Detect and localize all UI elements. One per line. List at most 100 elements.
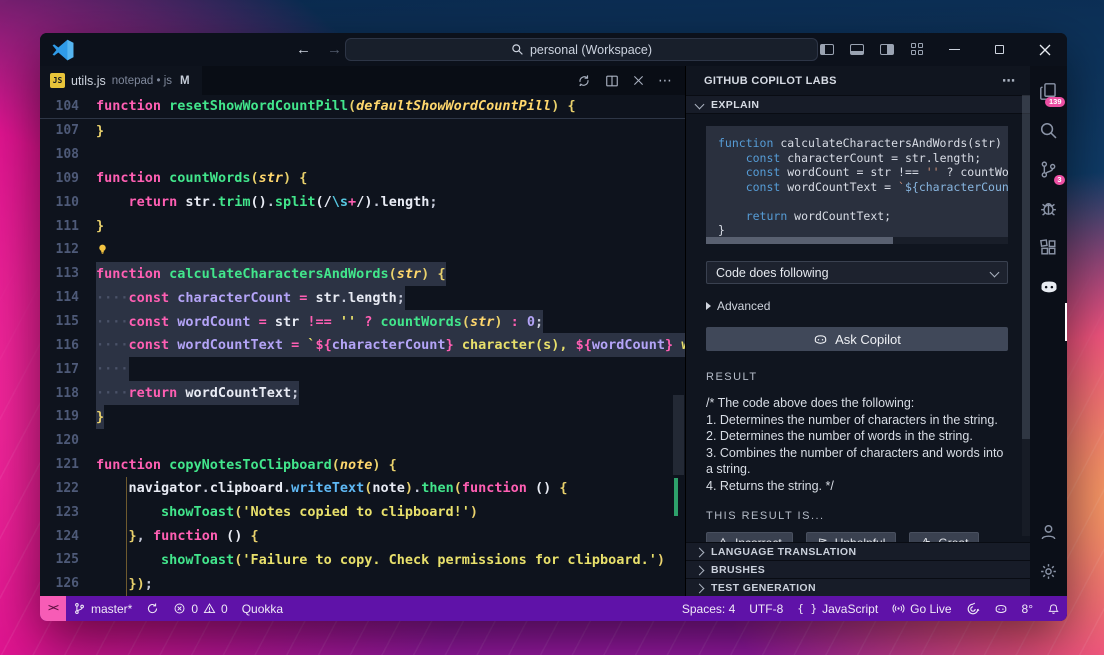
result-text: /* The code above does the following:1. … xyxy=(706,395,1008,494)
advanced-disclosure[interactable]: Advanced xyxy=(706,299,1008,313)
indentation-item[interactable]: Spaces: 4 xyxy=(675,596,742,621)
git-branch-item[interactable]: master* xyxy=(66,596,139,621)
ask-copilot-button[interactable]: Ask Copilot xyxy=(706,327,1008,351)
code-line-109[interactable]: 109function countWords(str) { xyxy=(40,167,685,191)
line-number[interactable]: 112 xyxy=(40,242,96,257)
line-number[interactable]: 120 xyxy=(40,433,96,448)
code-editor[interactable]: 104function resetShowWordCountPill(defau… xyxy=(40,95,685,596)
code-line-119[interactable]: 119} xyxy=(40,405,685,429)
line-number[interactable]: 111 xyxy=(40,219,96,234)
copilot-status-item[interactable] xyxy=(987,596,1015,621)
line-number[interactable]: 116 xyxy=(40,338,96,353)
line-number[interactable]: 118 xyxy=(40,386,96,401)
split-editor-icon[interactable] xyxy=(605,74,619,88)
line-number[interactable]: 114 xyxy=(40,290,96,305)
code-line-110[interactable]: 110 return str.trim().split(/\s+/).lengt… xyxy=(40,190,685,214)
line-number[interactable]: 107 xyxy=(40,123,96,138)
panel-more-actions-icon[interactable]: ⋯ xyxy=(1002,73,1016,89)
line-number[interactable]: 104 xyxy=(40,99,96,114)
activity-debug-icon[interactable] xyxy=(1030,189,1067,228)
section-test-generation[interactable]: TEST GENERATION xyxy=(686,578,1030,596)
account-icon[interactable] xyxy=(1030,513,1067,552)
code-line-113[interactable]: 113function calculateCharactersAndWords(… xyxy=(40,262,685,286)
toggle-sidebar-icon[interactable] xyxy=(812,33,842,66)
chevron-down-icon xyxy=(695,100,705,110)
result-line: 1. Determines the number of characters i… xyxy=(706,412,1008,429)
problems-item[interactable]: 0 0 xyxy=(166,596,234,621)
swirl-icon xyxy=(966,602,980,616)
lightbulb-icon[interactable] xyxy=(96,243,109,256)
minimize-button[interactable] xyxy=(932,33,977,66)
line-number[interactable]: 125 xyxy=(40,552,96,567)
git-modified-badge: M xyxy=(180,75,190,87)
code-line-125[interactable]: 125 showToast('Failure to copy. Check pe… xyxy=(40,548,685,572)
code-line-104[interactable]: 104function resetShowWordCountPill(defau… xyxy=(40,95,685,119)
line-number[interactable]: 123 xyxy=(40,505,96,520)
quokka-item[interactable]: Quokka xyxy=(235,596,290,621)
code-line-107[interactable]: 107} xyxy=(40,119,685,143)
code-line-111[interactable]: 111} xyxy=(40,214,685,238)
toggle-secondary-sidebar-icon[interactable] xyxy=(872,33,902,66)
line-number[interactable]: 108 xyxy=(40,147,96,162)
open-changes-icon[interactable] xyxy=(577,74,591,88)
code-line-120[interactable]: 120 xyxy=(40,429,685,453)
code-line-115[interactable]: 115····const wordCount = str !== '' ? co… xyxy=(40,310,685,334)
code-line-122[interactable]: 122 navigator.clipboard.writeText(note).… xyxy=(40,477,685,501)
activity-files-icon[interactable]: 139 xyxy=(1030,72,1067,111)
activity-search-icon[interactable] xyxy=(1030,111,1067,150)
line-number[interactable]: 121 xyxy=(40,457,96,472)
customize-layout-icon[interactable] xyxy=(902,33,932,66)
line-number[interactable]: 110 xyxy=(40,195,96,210)
nav-back-icon[interactable]: ← xyxy=(296,41,311,58)
preview-hscrollbar[interactable] xyxy=(706,237,1008,244)
line-number[interactable]: 109 xyxy=(40,171,96,186)
sync-item[interactable] xyxy=(139,596,166,621)
section-explain[interactable]: EXPLAIN xyxy=(686,95,1030,114)
line-number[interactable]: 126 xyxy=(40,576,96,591)
nav-forward-icon[interactable]: → xyxy=(327,41,342,58)
line-number[interactable]: 124 xyxy=(40,529,96,544)
tab-utils-js[interactable]: JS utils.js notepad • js M xyxy=(40,66,202,95)
code-line-118[interactable]: 118····return wordCountText; xyxy=(40,381,685,405)
formatter-item[interactable] xyxy=(959,596,987,621)
close-button[interactable] xyxy=(1022,33,1067,66)
code-line-123[interactable]: 123 showToast('Notes copied to clipboard… xyxy=(40,500,685,524)
remote-indicator[interactable]: >< xyxy=(40,596,66,621)
prompt-select[interactable]: Code does following xyxy=(706,261,1008,284)
language-mode-item[interactable]: { } JavaScript xyxy=(790,596,885,621)
maximize-button[interactable] xyxy=(977,33,1022,66)
port-item[interactable]: 8° xyxy=(1015,596,1040,621)
code-line-116[interactable]: 116····const wordCountText = `${characte… xyxy=(40,333,685,357)
scrollbar-thumb[interactable] xyxy=(673,395,684,475)
line-number[interactable]: 122 xyxy=(40,481,96,496)
code-line-126[interactable]: 126 }); xyxy=(40,572,685,596)
line-number[interactable]: 113 xyxy=(40,266,96,281)
chevron-right-icon xyxy=(695,548,705,558)
code-line-108[interactable]: 108 xyxy=(40,143,685,167)
encoding-item[interactable]: UTF-8 xyxy=(742,596,790,621)
tab-description: notepad • js xyxy=(112,75,172,87)
settings-gear-icon[interactable] xyxy=(1030,552,1067,591)
notifications-item[interactable] xyxy=(1040,596,1067,621)
line-number[interactable]: 119 xyxy=(40,409,96,424)
activity-copilot-icon[interactable] xyxy=(1030,267,1067,306)
editor-more-actions-icon[interactable]: ⋯ xyxy=(658,72,673,89)
code-line-112[interactable]: 112 xyxy=(40,238,685,262)
line-number[interactable]: 117 xyxy=(40,362,96,377)
section-language-translation[interactable]: LANGUAGE TRANSLATION xyxy=(686,542,1030,560)
section-brushes[interactable]: BRUSHES xyxy=(686,560,1030,578)
command-center[interactable]: personal (Workspace) xyxy=(345,38,818,61)
code-line-117[interactable]: 117···· xyxy=(40,357,685,381)
code-line-114[interactable]: 114····const characterCount = str.length… xyxy=(40,286,685,310)
code-line-124[interactable]: 124 }, function () { xyxy=(40,524,685,548)
go-live-item[interactable]: Go Live xyxy=(885,596,958,621)
close-tab-icon[interactable] xyxy=(633,75,644,86)
code-line-121[interactable]: 121function copyNotesToClipboard(note) { xyxy=(40,453,685,477)
activity-extensions-icon[interactable] xyxy=(1030,228,1067,267)
code-text: ····const characterCount = str.length; xyxy=(96,286,405,310)
editor-scrollbar[interactable] xyxy=(672,95,685,596)
toggle-panel-icon[interactable] xyxy=(842,33,872,66)
panel-scrollbar[interactable] xyxy=(1022,95,1030,536)
activity-source-control-icon[interactable]: 3 xyxy=(1030,150,1067,189)
line-number[interactable]: 115 xyxy=(40,314,96,329)
